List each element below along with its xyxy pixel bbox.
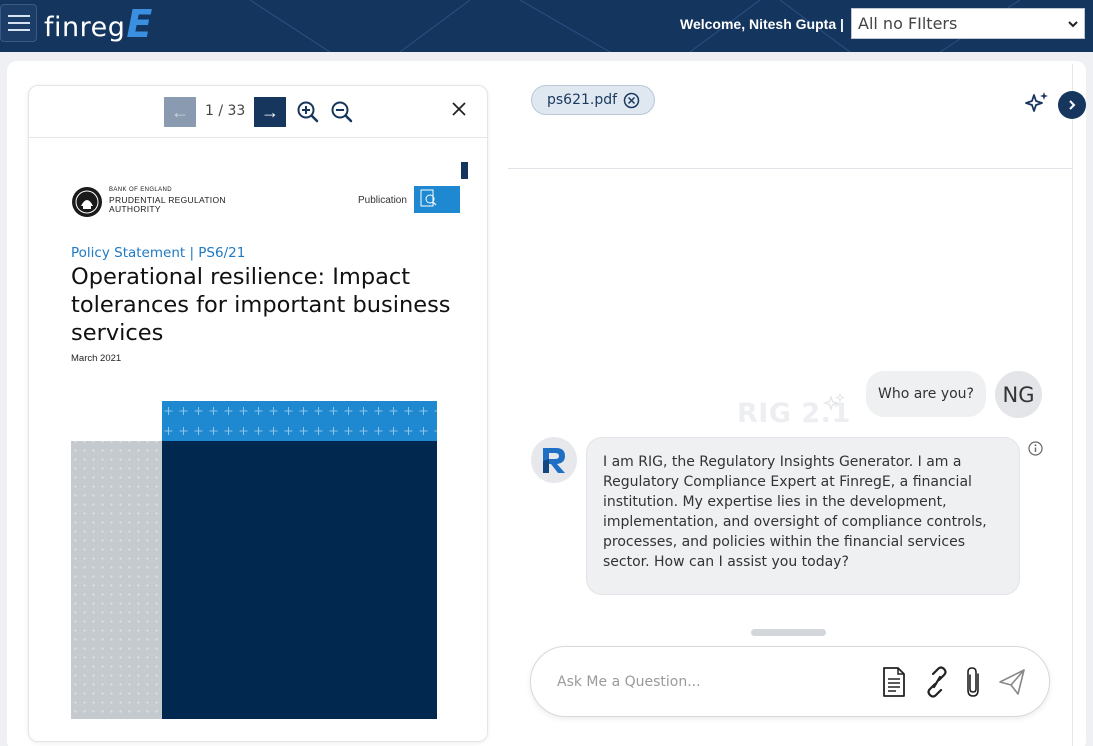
document-date: March 2021	[71, 353, 122, 364]
logo-text: finreg	[44, 12, 126, 43]
hamburger-menu-button[interactable]	[0, 4, 37, 42]
chat-header-divider	[508, 168, 1072, 169]
bot-message-bubble: I am RIG, the Regulatory Insights Genera…	[586, 437, 1020, 595]
question-input-box	[530, 646, 1050, 717]
menu-icon-line	[7, 22, 30, 24]
page-counter: 1 / 33	[205, 103, 246, 119]
bot-avatar	[531, 437, 577, 483]
link-icon[interactable]	[923, 665, 951, 699]
pra-logo-text: BANK OF ENGLAND PRUDENTIAL REGULATION AU…	[109, 186, 226, 215]
paperclip-icon[interactable]	[963, 665, 985, 699]
filter-dropdown[interactable]: All no FIlters	[851, 8, 1085, 39]
logo-accent: E	[126, 2, 153, 46]
chevron-down-icon	[1068, 21, 1078, 28]
close-icon[interactable]	[450, 100, 468, 118]
previous-page-button[interactable]: ←	[164, 97, 196, 127]
info-icon[interactable]	[1027, 440, 1044, 457]
org-line-2: AUTHORITY	[109, 204, 161, 214]
welcome-text: Welcome, Nitesh Gupta |	[680, 16, 844, 32]
finrege-logo[interactable]: finreg E	[44, 4, 152, 44]
publication-label: Publication	[358, 195, 407, 206]
document-icon[interactable]	[880, 665, 908, 699]
rig-logo-icon	[543, 448, 565, 473]
document-title: Operational resilience: Impact tolerance…	[71, 264, 451, 346]
next-page-button[interactable]: →	[254, 97, 286, 127]
watermark-sparkle-icon	[822, 392, 845, 412]
menu-icon-line	[7, 15, 30, 17]
publication-badge	[414, 186, 460, 213]
bank-of-england-crest-icon	[72, 187, 102, 217]
user-message-bubble: Who are you?	[866, 371, 986, 417]
publication-document-icon	[420, 189, 437, 207]
top-navigation-bar: finreg E Welcome, Nitesh Gupta | All no …	[0, 0, 1093, 52]
user-avatar: NG	[995, 371, 1042, 418]
zoom-out-icon[interactable]	[330, 100, 354, 124]
send-icon[interactable]	[997, 665, 1027, 699]
ask-question-input[interactable]	[557, 669, 857, 695]
pdf-page-content: BANK OF ENGLAND PRUDENTIAL REGULATION AU…	[29, 139, 487, 741]
page-marker-bar	[461, 162, 468, 179]
resize-drag-handle[interactable]	[751, 629, 826, 636]
filter-selected-value: All no FIlters	[858, 14, 958, 33]
file-chip-label: ps621.pdf	[547, 92, 618, 108]
pdf-toolbar: ← 1 / 33 →	[29, 86, 487, 138]
panel-edge-divider	[1072, 64, 1073, 746]
expand-panel-button[interactable]	[1058, 91, 1086, 119]
zoom-in-icon[interactable]	[296, 100, 320, 124]
cover-artwork	[71, 401, 437, 719]
remove-file-icon[interactable]	[623, 92, 640, 109]
menu-icon-line	[7, 29, 30, 31]
attached-file-chip[interactable]: ps621.pdf	[531, 85, 655, 115]
pdf-viewer: ← 1 / 33 → BANK OF ENGLAND PRUDENTIAL RE…	[28, 85, 488, 742]
policy-statement-subtitle: Policy Statement | PS6/21	[71, 245, 246, 261]
sparkle-icon[interactable]	[1024, 90, 1050, 116]
chevron-right-icon	[1069, 100, 1076, 110]
